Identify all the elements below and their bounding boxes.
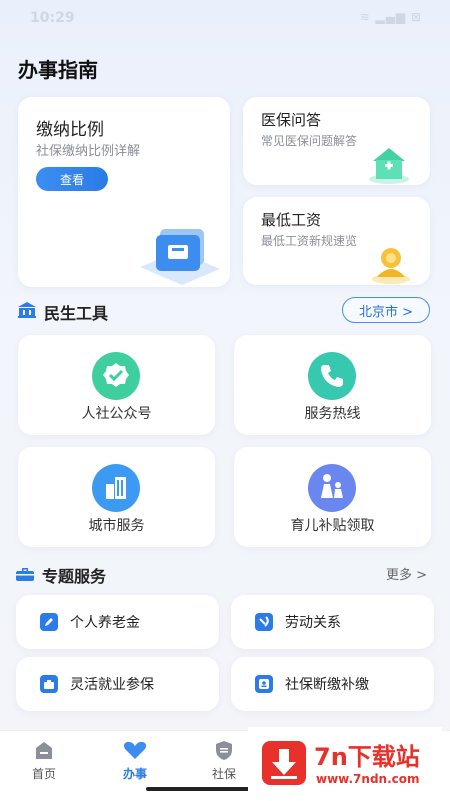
page-title: 办事指南 bbox=[18, 58, 98, 82]
watermark-url: www.7ndn.com bbox=[316, 772, 420, 786]
verified-badge-icon bbox=[92, 352, 140, 400]
watermark-brand: 7n下载站 bbox=[314, 743, 420, 771]
tool-item-official-account[interactable]: 人社公众号 bbox=[18, 335, 215, 435]
tool-item-city-service[interactable]: 城市服务 bbox=[18, 447, 215, 547]
tool-label: 服务热线 bbox=[304, 406, 361, 422]
card-title: 缴纳比例 bbox=[36, 120, 104, 140]
service-label: 个人养老金 bbox=[70, 615, 140, 631]
service-label: 劳动关系 bbox=[285, 615, 341, 631]
service-item-contribution-repayment[interactable]: 社保断缴补缴 bbox=[231, 657, 434, 711]
card-subtitle: 最低工资新规速览 bbox=[261, 234, 358, 248]
city-selector[interactable]: 北京市 > bbox=[342, 297, 430, 323]
pen-icon bbox=[40, 613, 58, 631]
nav-item-affairs[interactable]: 办事 bbox=[95, 739, 175, 782]
status-icons: ≋ ▂▄▆ ⊠ bbox=[359, 10, 422, 24]
download-arrow-icon bbox=[262, 741, 306, 785]
service-item-personal-pension[interactable]: 个人养老金 bbox=[16, 595, 219, 649]
person-coin-icon bbox=[372, 248, 410, 284]
tool-label: 育儿补贴领取 bbox=[290, 518, 375, 534]
tool-label: 城市服务 bbox=[88, 518, 145, 534]
card-title: 医保问答 bbox=[261, 111, 322, 129]
card-title: 最低工资 bbox=[261, 211, 322, 229]
medical-insurance-qa-card[interactable]: 医保问答 常见医保问题解答 bbox=[243, 97, 430, 185]
tool-item-service-hotline[interactable]: 服务热线 bbox=[234, 335, 431, 435]
id-card-icon bbox=[255, 675, 273, 693]
minimum-wage-card[interactable]: 最低工资 最低工资新规速览 bbox=[243, 197, 430, 285]
contribution-ratio-card[interactable]: 缴纳比例 社保缴纳比例详解 查看 bbox=[18, 97, 230, 287]
institution-icon bbox=[18, 302, 36, 318]
nav-label: 首页 bbox=[31, 767, 56, 781]
services-section-title: 专题服务 bbox=[42, 567, 107, 586]
card-subtitle: 社保缴纳比例详解 bbox=[36, 144, 141, 159]
view-button[interactable]: 查看 bbox=[36, 167, 108, 191]
service-item-flexible-employment[interactable]: 灵活就业参保 bbox=[16, 657, 219, 711]
nav-label: 办事 bbox=[122, 767, 147, 781]
folder-illustration-icon bbox=[140, 229, 220, 285]
tools-section-title: 民生工具 bbox=[44, 304, 109, 323]
service-item-labor-relations[interactable]: 劳动关系 bbox=[231, 595, 434, 649]
nav-item-home[interactable]: 首页 bbox=[4, 739, 84, 782]
watermark-banner: 7n下载站 www.7ndn.com bbox=[248, 727, 442, 800]
status-time: 10:29 bbox=[30, 10, 75, 26]
tool-item-childcare-subsidy[interactable]: 育儿补贴领取 bbox=[234, 447, 431, 547]
toolbox-icon bbox=[16, 568, 34, 581]
briefcase-icon bbox=[40, 675, 58, 693]
tool-label: 人社公众号 bbox=[81, 406, 152, 422]
family-icon bbox=[308, 464, 356, 512]
more-link[interactable]: 更多 > bbox=[386, 564, 427, 583]
service-label: 灵活就业参保 bbox=[70, 677, 154, 693]
heart-icon bbox=[123, 741, 147, 759]
status-bar: 10:29 ≋ ▂▄▆ ⊠ bbox=[0, 0, 450, 40]
buildings-icon bbox=[92, 464, 140, 512]
card-subtitle: 常见医保问题解答 bbox=[261, 134, 358, 148]
shield-icon bbox=[216, 741, 232, 760]
phone-icon bbox=[308, 352, 356, 400]
hammer-sickle-icon bbox=[255, 613, 273, 631]
service-label: 社保断缴补缴 bbox=[285, 677, 369, 693]
home-icon bbox=[36, 742, 52, 759]
hospital-house-icon bbox=[369, 148, 409, 184]
